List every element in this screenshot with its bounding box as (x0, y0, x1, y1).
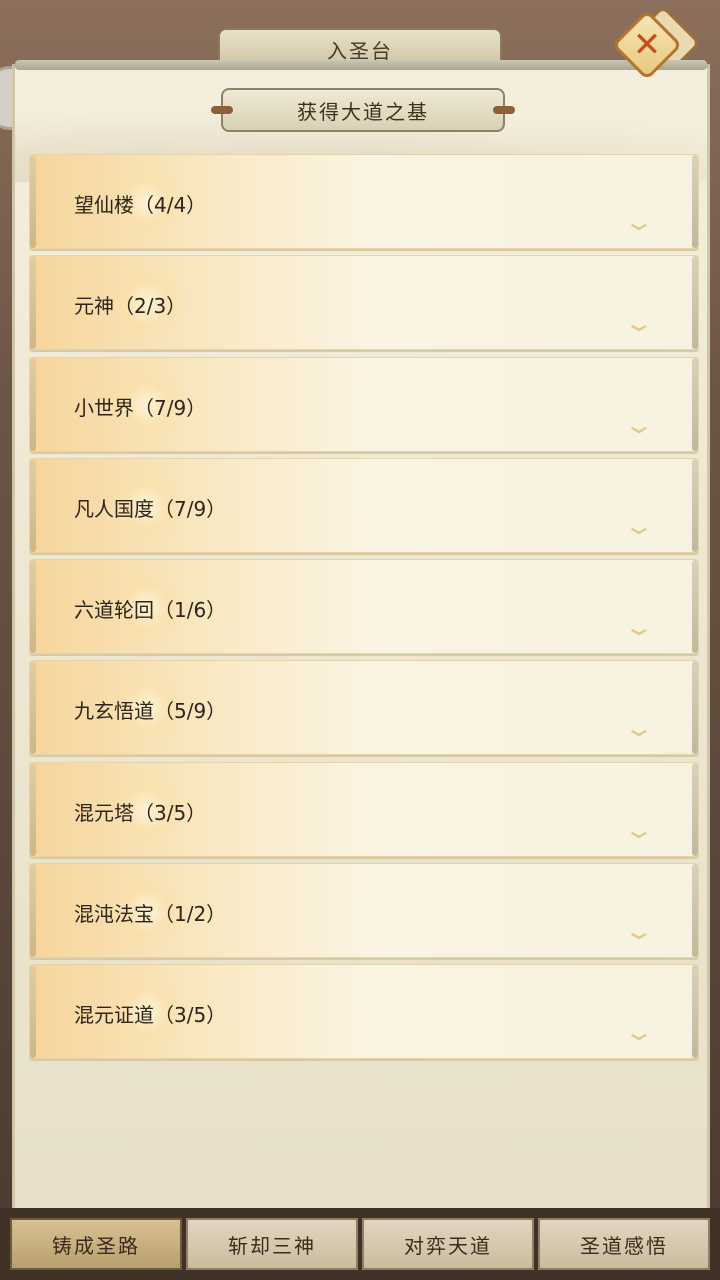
chevron-down-icon[interactable]: ⌄ (612, 818, 666, 842)
item-label: 混沌法宝（1/2） (74, 902, 227, 927)
chevron-down-icon[interactable]: ⌄ (612, 514, 666, 538)
list-item[interactable]: 九玄悟道（5/9） ⌄ (29, 660, 699, 756)
chevron-down-icon[interactable]: ⌄ (612, 1020, 666, 1044)
item-label: 小世界（7/9） (74, 395, 207, 420)
chevron-down-icon[interactable]: ⌄ (612, 210, 666, 234)
item-label: 六道轮回（1/6） (74, 598, 227, 623)
modal-title: 获得大道之基 (211, 88, 515, 132)
tab-zhucheng-shenglu[interactable]: 铸成圣路 (10, 1218, 182, 1270)
chevron-down-icon[interactable]: ⌄ (612, 413, 666, 437)
item-label: 凡人国度（7/9） (74, 496, 227, 521)
list-item[interactable]: 望仙楼（4/4） ⌄ (29, 154, 699, 249)
item-label: 混元证道（3/5） (74, 1003, 227, 1028)
list-item[interactable]: 元神（2/3） ⌄ (29, 255, 699, 351)
tab-zhanque-sanshen[interactable]: 斩却三神 (186, 1218, 358, 1270)
chevron-down-icon[interactable]: ⌄ (612, 919, 666, 943)
list-item[interactable]: 小世界（7/9） ⌄ (29, 356, 699, 452)
list-item[interactable]: 混沌法宝（1/2） ⌄ (29, 863, 699, 959)
item-label: 望仙楼（4/4） (74, 193, 207, 217)
tab-shengdao-ganwu[interactable]: 圣道感悟 (538, 1218, 710, 1270)
item-label: 元神（2/3） (74, 294, 187, 319)
item-list: 望仙楼（4/4） ⌄ 元神（2/3） ⌄ 小世界（7/9） ⌄ 凡人国度（7/9… (29, 154, 699, 1066)
list-item[interactable]: 六道轮回（1/6） ⌄ (29, 559, 699, 655)
chevron-down-icon[interactable]: ⌄ (612, 311, 666, 335)
modal-top-rim (15, 60, 707, 70)
item-label: 混元塔（3/5） (74, 800, 207, 825)
item-label: 九玄悟道（5/9） (74, 699, 227, 724)
chevron-down-icon[interactable]: ⌄ (612, 615, 666, 639)
reward-modal: 获得大道之基 望仙楼（4/4） ⌄ 元神（2/3） ⌄ 小世界（7/9） ⌄ 凡… (12, 60, 710, 1210)
close-icon[interactable]: ✕ (622, 20, 672, 70)
bottom-tab-bar: 铸成圣路 斩却三神 对弈天道 圣道感悟 (0, 1208, 720, 1280)
list-item[interactable]: 混元证道（3/5） ⌄ (29, 964, 699, 1060)
tab-duiyi-tiandao[interactable]: 对弈天道 (362, 1218, 534, 1270)
chevron-down-icon[interactable]: ⌄ (612, 716, 666, 740)
list-item[interactable]: 混元塔（3/5） ⌄ (29, 761, 699, 857)
list-item[interactable]: 凡人国度（7/9） ⌄ (29, 457, 699, 553)
